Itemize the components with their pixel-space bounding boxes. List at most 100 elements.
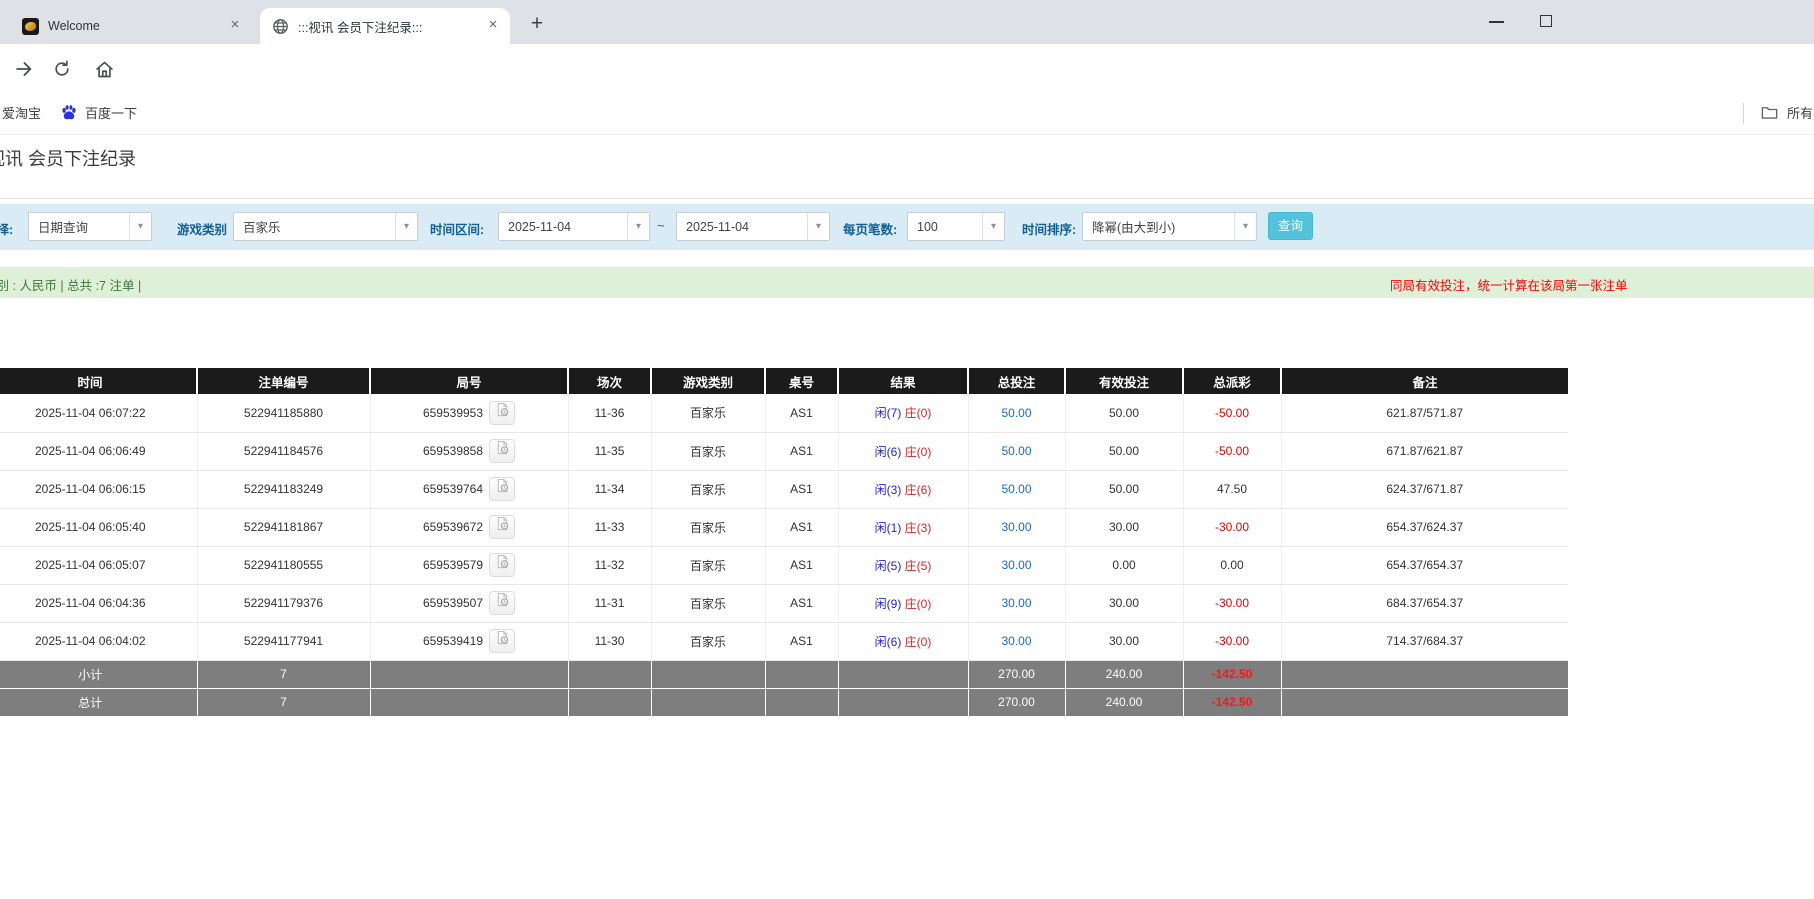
date-from-select[interactable]: 2025-11-04 ▾ bbox=[498, 212, 650, 241]
table-row: 2025-11-04 06:06:15 522941183249 659539764… bbox=[0, 470, 1568, 509]
chevron-down-icon: ▾ bbox=[627, 213, 649, 240]
player-result: 闲(6) bbox=[874, 634, 902, 649]
cell-result: 闲(1) 庄(3) bbox=[838, 508, 969, 547]
per-page-select[interactable]: 100 ▾ bbox=[907, 212, 1005, 241]
video-replay-button[interactable] bbox=[489, 439, 516, 463]
bookmark-baidu[interactable]: 百度一下 bbox=[60, 103, 137, 122]
bet-record-table-wrap: 时间 注单编号 局号 场次 游戏类别 桌号 结果 总投注 有效投注 总派彩 备注 2025-11-04… bbox=[0, 368, 1568, 717]
reload-button[interactable] bbox=[50, 57, 74, 81]
cell-valid-bet: 30.00 bbox=[1065, 622, 1184, 661]
range-separator: ~ bbox=[657, 218, 665, 233]
banker-result: 庄(0) bbox=[904, 406, 932, 421]
cell-total-bet: 30.00 bbox=[968, 508, 1066, 547]
query-type-select[interactable]: 日期查询 ▾ bbox=[28, 212, 152, 241]
cell-payout: -30.00 bbox=[1183, 622, 1282, 661]
footer-empty bbox=[568, 660, 652, 689]
cell-bet-id: 522941177941 bbox=[197, 622, 371, 661]
cell-payout: -50.00 bbox=[1183, 432, 1282, 471]
footer-payout: -142.50 bbox=[1183, 660, 1282, 689]
total-bet-link[interactable]: 30.00 bbox=[1001, 596, 1031, 610]
footer-empty bbox=[838, 660, 969, 689]
cell-table-no: AS1 bbox=[765, 584, 839, 623]
total-bet-link[interactable]: 30.00 bbox=[1001, 634, 1031, 648]
cell-session: 11-33 bbox=[568, 508, 652, 547]
footer-count: 7 bbox=[197, 688, 371, 717]
round-number: 659539858 bbox=[422, 444, 484, 458]
cell-game-type: 百家乐 bbox=[651, 622, 766, 661]
tab-bet-record[interactable]: :::视讯 会员下注纪录::: × bbox=[260, 8, 510, 44]
cell-round: 659539579 bbox=[370, 546, 569, 585]
table-header-row: 时间 注单编号 局号 场次 游戏类别 桌号 结果 总投注 有效投注 总派彩 备注 bbox=[0, 368, 1568, 394]
all-bookmarks-button[interactable]: 所有书签 bbox=[1760, 103, 1814, 122]
game-type-select[interactable]: 百家乐 ▾ bbox=[233, 212, 418, 241]
bookmark-label: 爱淘宝 bbox=[2, 106, 42, 121]
minimize-button[interactable] bbox=[1489, 21, 1504, 23]
video-replay-button[interactable] bbox=[489, 477, 516, 501]
cell-time: 2025-11-04 06:04:36 bbox=[0, 584, 198, 623]
footer-empty bbox=[765, 688, 839, 717]
banker-result: 庄(0) bbox=[904, 634, 932, 649]
tab-welcome[interactable]: Welcome × bbox=[10, 8, 252, 44]
cell-time: 2025-11-04 06:05:07 bbox=[0, 546, 198, 585]
video-replay-button[interactable] bbox=[489, 591, 516, 615]
table-row: 2025-11-04 06:04:02 522941177941 659539419… bbox=[0, 622, 1568, 661]
cell-game-type: 百家乐 bbox=[651, 584, 766, 623]
new-tab-button[interactable]: + bbox=[522, 11, 552, 39]
total-bet-link[interactable]: 50.00 bbox=[1001, 444, 1031, 458]
footer-empty bbox=[568, 688, 652, 717]
footer-empty bbox=[765, 660, 839, 689]
player-result: 闲(9) bbox=[874, 596, 902, 611]
cell-valid-bet: 50.00 bbox=[1065, 470, 1184, 509]
video-replay-button[interactable] bbox=[489, 629, 516, 653]
column-header: 有效投注 bbox=[1065, 368, 1184, 394]
browser-toolbar: 66cxkj98.com/ipl/portal.php/game/betreco… bbox=[0, 44, 1814, 130]
footer-payout: -142.50 bbox=[1183, 688, 1282, 717]
cell-round: 659539858 bbox=[370, 432, 569, 471]
cell-round: 659539419 bbox=[370, 622, 569, 661]
cell-game-type: 百家乐 bbox=[651, 508, 766, 547]
cell-payout: -30.00 bbox=[1183, 584, 1282, 623]
cell-total-bet: 30.00 bbox=[968, 622, 1066, 661]
cell-bet-id: 522941180555 bbox=[197, 546, 371, 585]
table-footer-row: 小计 7 270.00 240.00 -142.50 bbox=[0, 660, 1568, 689]
query-button[interactable]: 查询 bbox=[1268, 212, 1313, 240]
bookmark-aitaobao[interactable]: 爱淘宝 bbox=[2, 103, 41, 122]
page-title: 视讯 会员下注纪录 bbox=[0, 149, 137, 169]
maximize-button[interactable] bbox=[1540, 15, 1552, 27]
video-replay-button[interactable] bbox=[489, 553, 516, 577]
total-bet-link[interactable]: 30.00 bbox=[1001, 520, 1031, 534]
close-tab-icon[interactable]: × bbox=[484, 17, 502, 35]
footer-valid-bet: 240.00 bbox=[1065, 660, 1184, 689]
cell-result: 闲(9) 庄(0) bbox=[838, 584, 969, 623]
close-tab-icon[interactable]: × bbox=[226, 17, 244, 35]
total-bet-link[interactable]: 50.00 bbox=[1001, 482, 1031, 496]
home-button[interactable] bbox=[92, 57, 116, 81]
cell-round: 659539953 bbox=[370, 394, 569, 433]
filter-bar: 选择: 日期查询 ▾ 游戏类别 百家乐 ▾ 时间区间: 2025-11-04 ▾… bbox=[0, 204, 1814, 250]
cell-time: 2025-11-04 06:06:49 bbox=[0, 432, 198, 471]
date-to-select[interactable]: 2025-11-04 ▾ bbox=[676, 212, 830, 241]
total-bet-link[interactable]: 50.00 bbox=[1001, 406, 1031, 420]
time-range-label: 时间区间: bbox=[430, 223, 485, 237]
cell-result: 闲(6) 庄(0) bbox=[838, 622, 969, 661]
total-bet-link[interactable]: 30.00 bbox=[1001, 558, 1031, 572]
cell-table-no: AS1 bbox=[765, 470, 839, 509]
bet-record-page: 视讯 会员下注纪录 选择: 日期查询 ▾ 游戏类别 百家乐 ▾ 时间区间: 20… bbox=[0, 135, 1814, 899]
video-replay-button[interactable] bbox=[489, 515, 516, 539]
forward-button[interactable] bbox=[12, 57, 36, 81]
sort-select[interactable]: 降幂(由大到小) ▾ bbox=[1082, 212, 1257, 241]
bookmark-label: 百度一下 bbox=[85, 106, 138, 121]
column-header: 时间 bbox=[0, 368, 198, 394]
round-number: 659539672 bbox=[422, 520, 484, 534]
all-bookmarks-label: 所有书签 bbox=[1787, 106, 1814, 121]
cell-total-bet: 30.00 bbox=[968, 546, 1066, 585]
chevron-down-icon: ▾ bbox=[982, 213, 1004, 240]
video-replay-button[interactable] bbox=[489, 400, 516, 425]
column-header: 注单编号 bbox=[197, 368, 371, 394]
bet-record-table: 时间 注单编号 局号 场次 游戏类别 桌号 结果 总投注 有效投注 总派彩 备注 2025-11-04… bbox=[0, 368, 1568, 717]
player-result: 闲(7) bbox=[874, 406, 902, 421]
cell-session: 11-32 bbox=[568, 546, 652, 585]
globe-icon bbox=[272, 18, 289, 35]
cell-time: 2025-11-04 06:04:02 bbox=[0, 622, 198, 661]
cell-bet-id: 522941185880 bbox=[197, 394, 371, 433]
